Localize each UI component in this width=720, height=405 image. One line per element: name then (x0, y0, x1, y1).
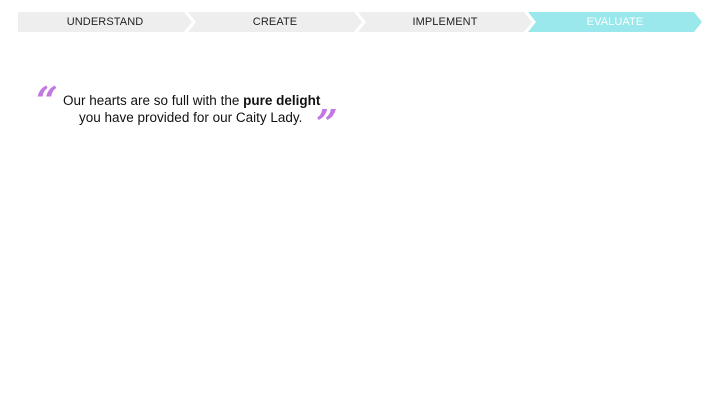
step-implement[interactable]: IMPLEMENT (358, 12, 532, 32)
process-stepper: UNDERSTAND CREATE IMPLEMENT EVALUATE (18, 12, 702, 32)
quote-text: Our hearts are so full with the (63, 93, 244, 108)
step-understand[interactable]: UNDERSTAND (18, 12, 192, 32)
step-label: EVALUATE (586, 16, 644, 28)
quote-line-1: Our hearts are so full with the pure del… (63, 92, 320, 109)
open-quote-icon: “ (36, 78, 58, 123)
step-label: IMPLEMENT (412, 16, 478, 28)
step-label: UNDERSTAND (66, 16, 144, 28)
step-create[interactable]: CREATE (188, 12, 362, 32)
step-label: CREATE (252, 16, 298, 28)
close-quote-icon: ” (316, 101, 338, 146)
testimonial-quote: “ Our hearts are so full with the pure d… (36, 78, 356, 146)
slide: UNDERSTAND CREATE IMPLEMENT EVALUATE “ O… (0, 0, 720, 405)
quote-line-2: you have provided for our Caity Lady. (79, 110, 303, 125)
step-evaluate[interactable]: EVALUATE (528, 12, 702, 32)
quote-emphasis: pure delight (243, 93, 321, 108)
